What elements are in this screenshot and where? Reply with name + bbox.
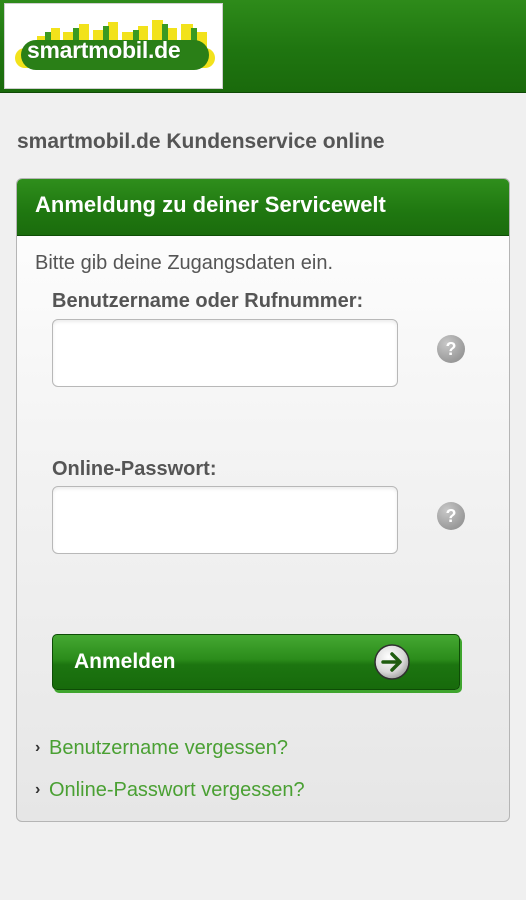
username-input[interactable] xyxy=(52,319,398,387)
login-panel: Anmeldung zu deiner Servicewelt Bitte gi… xyxy=(16,178,510,822)
question-mark-icon[interactable]: ? xyxy=(437,502,465,530)
login-instructions: Bitte gib deine Zugangsdaten ein. xyxy=(35,252,333,274)
arrow-right-icon xyxy=(374,644,410,680)
login-button-label: Anmelden xyxy=(74,650,176,673)
chevron-right-icon: › xyxy=(35,739,41,756)
forgot-password-link[interactable]: › Online-Passwort vergessen? xyxy=(35,779,305,802)
username-label: Benutzername oder Rufnummer: xyxy=(52,290,364,312)
logo[interactable]: smartmobil.de xyxy=(4,3,223,89)
forgot-password-label: Online-Passwort vergessen? xyxy=(49,779,305,801)
forgot-username-link[interactable]: › Benutzername vergessen? xyxy=(35,737,288,760)
chevron-right-icon: › xyxy=(35,781,41,798)
forgot-username-label: Benutzername vergessen? xyxy=(49,737,289,759)
logo-text: smartmobil.de xyxy=(27,37,181,63)
question-mark-icon[interactable]: ? xyxy=(437,335,465,363)
password-label: Online-Passwort: xyxy=(52,458,217,480)
login-panel-header: Anmeldung zu deiner Servicewelt xyxy=(17,179,509,236)
page-title: smartmobil.de Kundenservice online xyxy=(17,130,385,153)
login-panel-title: Anmeldung zu deiner Servicewelt xyxy=(35,192,386,217)
login-button[interactable]: Anmelden xyxy=(52,634,460,690)
password-input[interactable] xyxy=(52,486,398,554)
top-header-bar: smartmobil.de xyxy=(0,0,526,93)
